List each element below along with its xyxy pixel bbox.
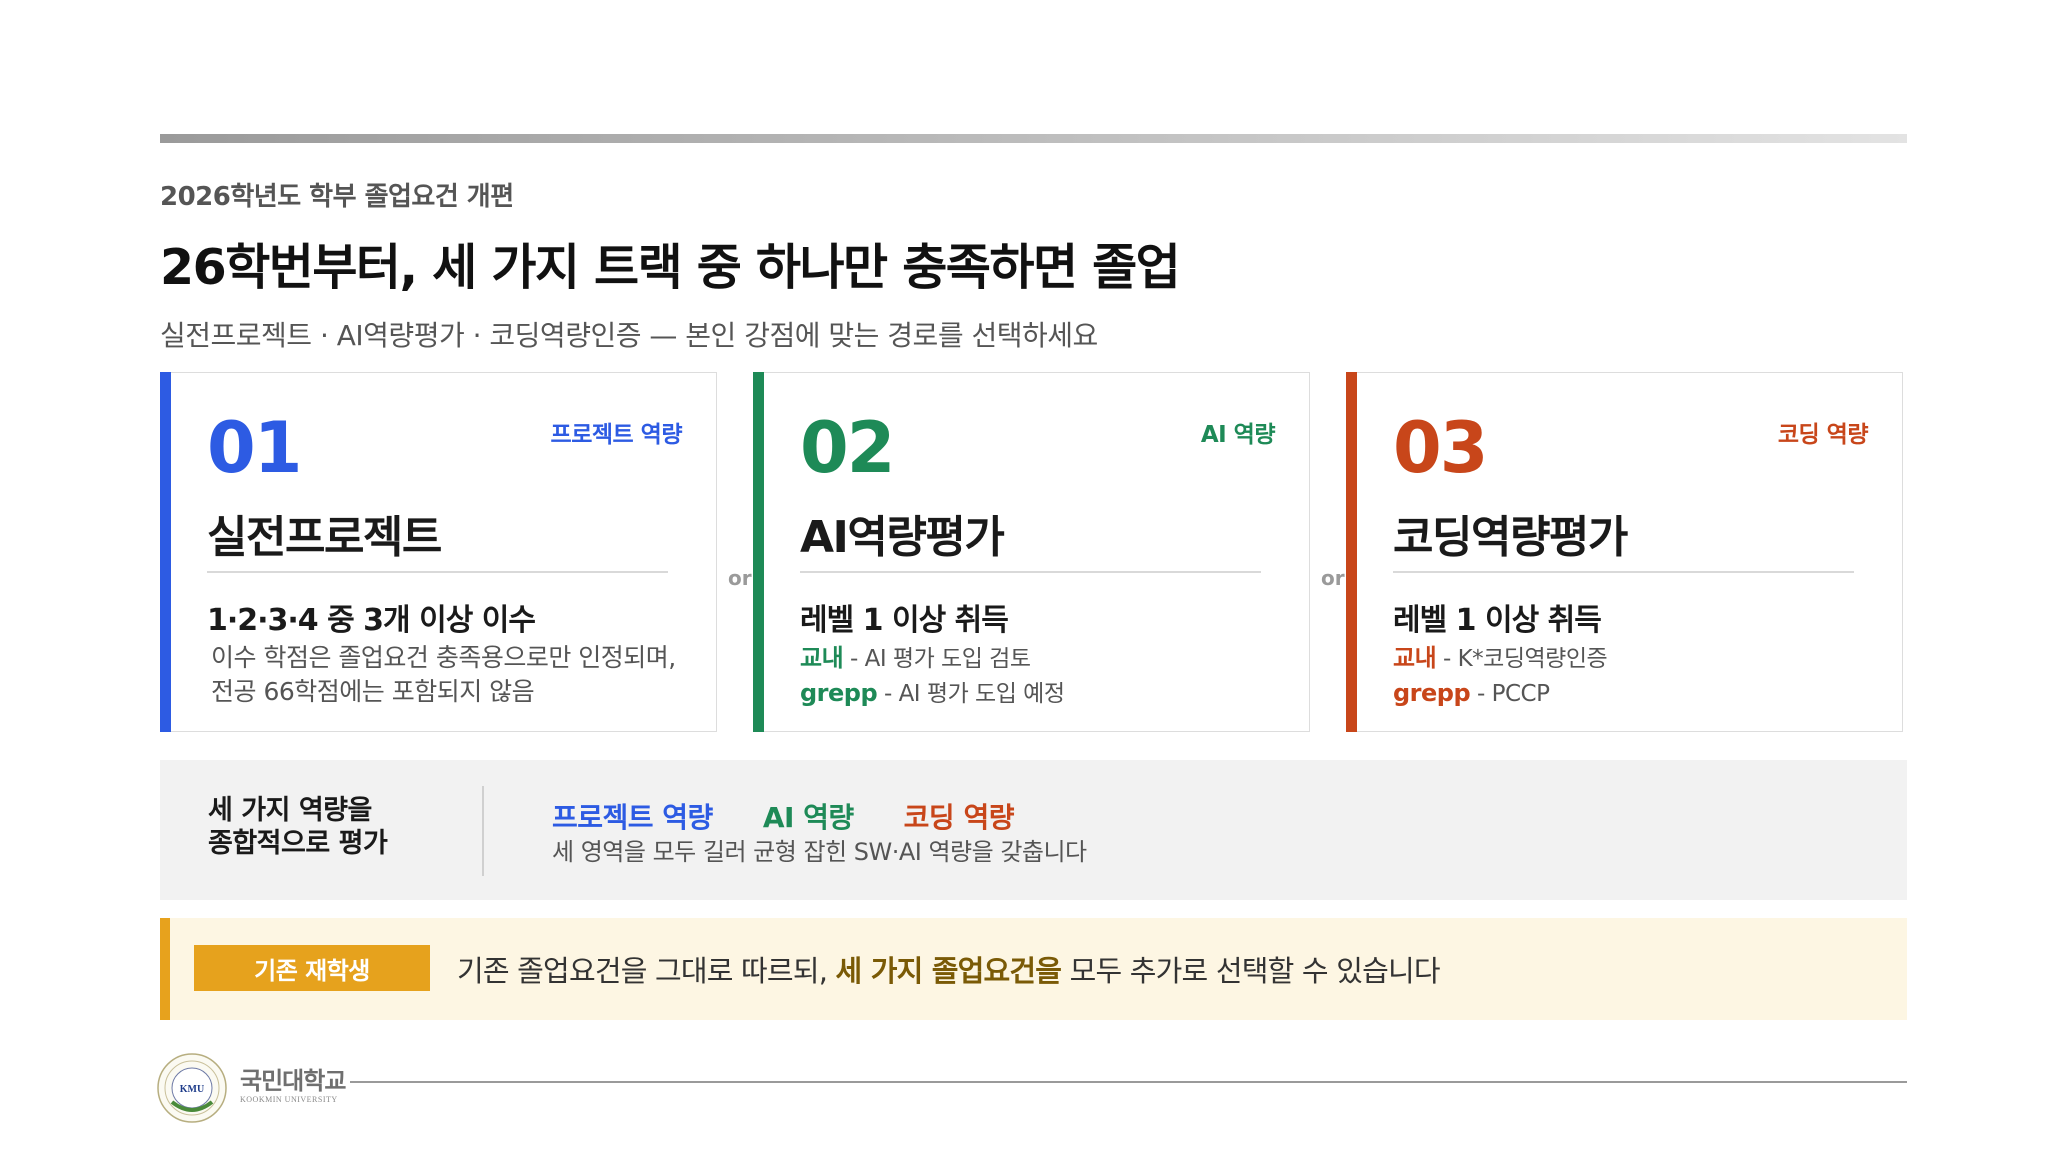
detail-label: grepp [1393, 679, 1471, 707]
top-rule [160, 134, 1907, 143]
university-name: 국민대학교 [240, 1067, 346, 1095]
notice-message: 기존 졸업요건을 그대로 따르되, 세 가지 졸업요건을 모두 추가로 선택할 … [457, 948, 1441, 990]
or-connector: or [728, 566, 752, 590]
notice-msg-before: 기존 졸업요건을 그대로 따르되, [457, 954, 836, 988]
summary-title: 세 가지 역량을 종합적으로 평가 [208, 794, 388, 860]
card-divider [800, 571, 1261, 573]
summary-title-line: 세 가지 역량을 [208, 795, 372, 826]
detail-row: grepp - AI 평가 도입 예정 [800, 676, 1065, 711]
university-name-en: KOOKMIN UNIVERSITY [240, 1095, 338, 1104]
detail-text: - AI 평가 도입 검토 [843, 646, 1031, 672]
detail-text: - K*코딩역량인증 [1436, 646, 1608, 672]
detail-label: 교내 [1393, 644, 1437, 672]
detail-row: 교내 - K*코딩역량인증 [1393, 641, 1608, 676]
notice-accent-bar [160, 918, 170, 1020]
track-details: 교내 - K*코딩역량인증 grepp - PCCP [1393, 641, 1608, 711]
kicker: 2026학년도 학부 졸업요건 개편 [160, 182, 514, 212]
summary-panel: 세 가지 역량을 종합적으로 평가 프로젝트 역량 AI 역량 코딩 역량 세 영역… [160, 760, 1907, 900]
track-number: 01 [207, 407, 302, 489]
detail-label: grepp [800, 679, 878, 707]
track-number: 02 [800, 407, 895, 489]
track-title: 실전프로젝트 [207, 512, 442, 563]
summary-tag-project: 프로젝트 역량 [552, 801, 713, 834]
track-number: 03 [1393, 407, 1488, 489]
card-accent-bar [160, 372, 171, 732]
track-requirement: 레벨 1 이상 취득 [1393, 603, 1602, 638]
university-logo-text: 국민대학교 KOOKMIN UNIVERSITY [240, 1067, 346, 1106]
notice-msg-after: 모두 추가로 선택할 수 있습니다 [1061, 954, 1441, 988]
track-title: 코딩역량평가 [1393, 512, 1628, 563]
track-details: 교내 - AI 평가 도입 검토 grepp - AI 평가 도입 예정 [800, 641, 1065, 711]
summary-title-line: 종합적으로 평가 [208, 828, 388, 859]
detail-row: grepp - PCCP [1393, 676, 1607, 711]
notice-badge: 기존 재학생 [194, 945, 430, 991]
university-seal-icon: KMU [157, 1053, 227, 1123]
summary-tag-ai: AI 역량 [762, 801, 854, 834]
summary-tags: 프로젝트 역량 AI 역량 코딩 역량 [552, 796, 1064, 836]
track-requirement: 1·2·3·4 중 3개 이상 이수 [207, 603, 536, 638]
detail-label: 교내 [800, 644, 844, 672]
track-requirement: 레벨 1 이상 취득 [800, 603, 1009, 638]
seal-abbr: KMU [180, 1084, 204, 1095]
card-divider [207, 571, 668, 573]
notice-msg-bold: 세 가지 졸업요건을 [835, 954, 1062, 988]
card-divider [1393, 571, 1854, 573]
subtitle: 실전프로젝트 · AI역량평가 · 코딩역량인증 — 본인 강점에 맞는 경로를… [160, 319, 1098, 352]
track-tag: 프로젝트 역량 [550, 422, 683, 448]
track-tag: 코딩 역량 [1777, 422, 1869, 448]
track-description: 이수 학점은 졸업요건 충족용으로만 인정되며, 전공 66학점에는 포함되지 … [211, 643, 676, 706]
track-card-ai: 02 AI 역량 AI역량평가 레벨 1 이상 취득 교내 - AI 평가 도입… [753, 372, 1310, 732]
summary-tag-coding: 코딩 역량 [903, 801, 1015, 834]
detail-text: - AI 평가 도입 예정 [877, 681, 1065, 707]
page-title: 26학번부터, 세 가지 트랙 중 하나만 충족하면 졸업 [160, 239, 1181, 296]
detail-row: 교내 - AI 평가 도입 검토 [800, 641, 1065, 676]
card-accent-bar [753, 372, 764, 732]
track-tag: AI 역량 [1200, 422, 1276, 448]
card-accent-bar [1346, 372, 1357, 732]
summary-note: 세 영역을 모두 길러 균형 잡힌 SW·AI 역량을 갖춥니다 [552, 838, 1087, 866]
summary-divider [482, 786, 484, 876]
notice-banner: 기존 재학생 기존 졸업요건을 그대로 따르되, 세 가지 졸업요건을 모두 추… [160, 918, 1907, 1020]
track-card-project: 01 프로젝트 역량 실전프로젝트 1·2·3·4 중 3개 이상 이수 이수 … [160, 372, 717, 732]
track-title: AI역량평가 [800, 512, 1005, 563]
or-connector: or [1321, 566, 1345, 590]
track-card-coding: 03 코딩 역량 코딩역량평가 레벨 1 이상 취득 교내 - K*코딩역량인증… [1346, 372, 1903, 732]
detail-text: - PCCP [1470, 681, 1550, 707]
footer-rule [350, 1081, 1907, 1083]
